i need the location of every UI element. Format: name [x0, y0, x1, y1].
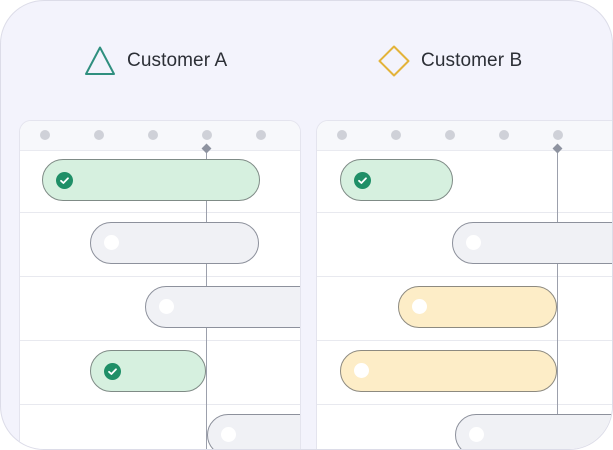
comparison-card: Customer A Customer B [0, 0, 613, 450]
customer-b-timeline [316, 120, 612, 449]
timeline-tick [94, 130, 104, 140]
task-bar-pending[interactable] [452, 222, 612, 264]
timeline-tick [499, 130, 509, 140]
diamond-icon [378, 45, 410, 77]
customer-b-header: Customer B [377, 43, 522, 79]
timeline-tick [256, 130, 266, 140]
row-divider [317, 276, 612, 277]
status-circle-icon [221, 427, 236, 442]
task-bar-in-progress[interactable] [398, 286, 557, 328]
timeline-scale [20, 121, 300, 151]
row-divider [20, 404, 300, 405]
check-icon [56, 172, 73, 189]
task-bar-pending[interactable] [455, 414, 612, 449]
current-time-line [557, 150, 558, 449]
triangle-icon [85, 46, 115, 75]
timeline-tick [337, 130, 347, 140]
row-divider [317, 340, 612, 341]
timeline-tick [40, 130, 50, 140]
check-icon [104, 363, 121, 380]
task-bar-completed[interactable] [42, 159, 260, 201]
status-circle-icon [469, 427, 484, 442]
timeline-tick [445, 130, 455, 140]
timeline-scale [317, 121, 612, 151]
task-bar-pending[interactable] [90, 222, 259, 264]
status-circle-icon [104, 235, 119, 250]
customer-a-timeline [19, 120, 301, 449]
status-circle-icon [354, 363, 369, 378]
status-circle-icon [466, 235, 481, 250]
task-bar-pending[interactable] [207, 414, 300, 449]
customer-b-label: Customer B [421, 50, 523, 71]
customer-a-header: Customer A [83, 43, 227, 79]
row-divider [317, 212, 612, 213]
customer-a-label: Customer A [127, 50, 228, 71]
check-icon [354, 172, 371, 189]
timeline-tick [553, 130, 563, 140]
task-bar-completed[interactable] [90, 350, 206, 392]
row-divider [20, 276, 300, 277]
timeline-tick [202, 130, 212, 140]
timeline-tick [148, 130, 158, 140]
row-divider [20, 340, 300, 341]
status-circle-icon [412, 299, 427, 314]
row-divider [20, 212, 300, 213]
task-bar-pending[interactable] [145, 286, 300, 328]
task-bar-in-progress[interactable] [340, 350, 557, 392]
row-divider [317, 404, 612, 405]
timeline-tick [391, 130, 401, 140]
status-circle-icon [159, 299, 174, 314]
task-bar-completed[interactable] [340, 159, 453, 201]
